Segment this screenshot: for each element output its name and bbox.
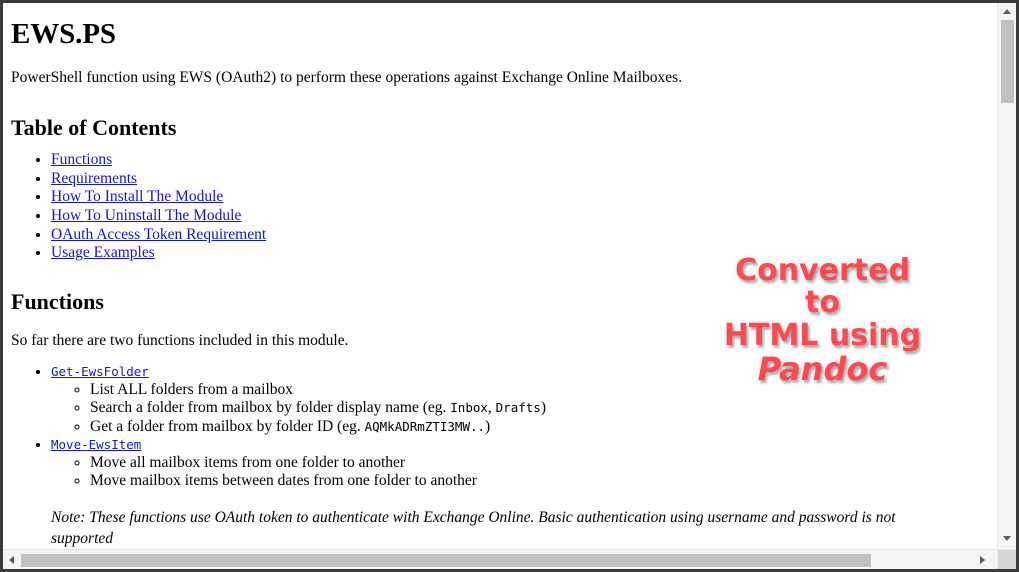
vertical-scrollbar-thumb[interactable]	[1001, 20, 1014, 103]
list-item: Get-EwsFolder List ALL folders from a ma…	[51, 363, 987, 436]
functions-note: Note: These functions use OAuth token to…	[51, 508, 896, 547]
list-item: OAuth Access Token Requirement	[51, 226, 987, 245]
scroll-left-arrow-icon[interactable]	[9, 556, 14, 564]
list-item: Functions	[51, 151, 987, 170]
scroll-down-arrow-icon[interactable]	[1003, 536, 1011, 541]
capability-text: Move all mailbox items from one folder t…	[90, 454, 406, 472]
list-item: How To Uninstall The Module	[51, 207, 987, 226]
page-title: EWS.PS	[11, 18, 116, 50]
list-item: Search a folder from mailbox by folder d…	[90, 399, 987, 417]
toc-heading: Table of Contents	[11, 114, 177, 140]
list-item: List ALL folders from a mailbox	[90, 381, 987, 399]
document-body: EWS.PS PowerShell function using EWS (OA…	[3, 18, 997, 549]
capability-text: Move mailbox items between dates from on…	[90, 472, 477, 490]
inline-code-inbox: Inbox	[450, 400, 488, 416]
horizontal-scrollbar-thumb[interactable]	[21, 554, 871, 567]
list-item: Move mailbox items between dates from on…	[90, 472, 987, 490]
move-ewsitem-capabilities-list: Move all mailbox items from one folder t…	[51, 454, 987, 491]
function-link-get-ewsfolder[interactable]: Get-EwsFolder	[51, 364, 149, 379]
capability-text: List ALL folders from a mailbox	[90, 381, 294, 398]
browser-window: EWS.PS PowerShell function using EWS (OA…	[0, 0, 1019, 572]
functions-list: Get-EwsFolder List ALL folders from a ma…	[11, 363, 987, 491]
toc-link-functions[interactable]: Functions	[51, 151, 112, 168]
toc-link-how-to-uninstall-the-module[interactable]: How To Uninstall The Module	[51, 207, 241, 224]
capability-text-after: )	[485, 417, 491, 435]
table-of-contents-list: Functions Requirements How To Install Th…	[11, 151, 987, 263]
list-item: Move all mailbox items from one folder t…	[90, 454, 987, 472]
vertical-scrollbar[interactable]	[997, 3, 1016, 549]
toc-link-usage-examples[interactable]: Usage Examples	[51, 244, 155, 261]
inline-code-drafts: Drafts	[495, 400, 541, 416]
toc-link-oauth-access-token-requirement[interactable]: OAuth Access Token Requirement	[51, 226, 266, 243]
list-item: Requirements	[51, 170, 987, 189]
list-item: Usage Examples	[51, 244, 987, 263]
functions-heading: Functions	[11, 288, 104, 314]
list-item: Move-EwsItem Move all mailbox items from…	[51, 436, 987, 491]
inline-code-folder-id: AQMkADRmZTI3MW..	[364, 418, 486, 434]
capability-text: Get a folder from mailbox by folder ID (…	[90, 417, 365, 435]
capability-text-after: )	[540, 399, 546, 417]
capability-text: Search a folder from mailbox by folder d…	[90, 399, 451, 417]
scroll-up-arrow-icon[interactable]	[1003, 9, 1011, 14]
toc-link-how-to-install-the-module[interactable]: How To Install The Module	[51, 188, 223, 205]
document-viewport[interactable]: EWS.PS PowerShell function using EWS (OA…	[3, 3, 997, 549]
toc-link-requirements[interactable]: Requirements	[51, 170, 137, 187]
function-link-move-ewsitem[interactable]: Move-EwsItem	[51, 437, 141, 452]
list-item: How To Install The Module	[51, 188, 987, 207]
capability-text-mid: ,	[487, 399, 496, 417]
scrollbar-corner	[997, 549, 1016, 569]
get-ewsfolder-capabilities-list: List ALL folders from a mailbox Search a…	[51, 381, 987, 436]
horizontal-scrollbar[interactable]	[3, 549, 997, 569]
scroll-right-arrow-icon[interactable]	[980, 556, 985, 564]
list-item: Get a folder from mailbox by folder ID (…	[90, 418, 987, 436]
functions-lead-paragraph: So far there are two functions included …	[11, 332, 349, 350]
intro-paragraph: PowerShell function using EWS (OAuth2) t…	[11, 69, 683, 87]
